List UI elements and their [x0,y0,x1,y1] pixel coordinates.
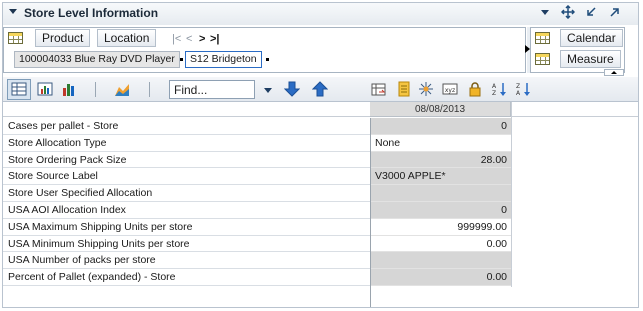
bar-chart-icon[interactable] [61,81,77,97]
spread-icon[interactable] [418,81,434,97]
chip-separator [266,58,269,61]
row-label[interactable]: Percent of Pallet (expanded) - Store [3,269,370,286]
column-header-date[interactable]: 08/08/2013 [370,102,511,117]
nav-last-button[interactable]: >| [210,33,220,45]
data-column: 0 None 28.00 V3000 APPLE* 0 999999.00 0.… [370,118,511,286]
section-title: Store Level Information [24,6,159,20]
notes-icon[interactable] [396,81,412,97]
row-labels: Cases per pallet - Store Store Allocatio… [3,118,370,286]
sort-descending-icon[interactable]: ZA [515,81,531,97]
tabular-view-icon[interactable] [11,81,27,97]
row-header-corner [3,102,370,117]
find-previous-arrow-icon[interactable] [311,81,329,97]
product-dimension-button[interactable]: Product [35,29,91,47]
grid-cell[interactable]: 0.00 [371,269,511,286]
location-dimension-button[interactable]: Location [97,29,157,47]
toolbar-divider [149,82,150,97]
svg-text:xyz: xyz [445,87,455,94]
grid-divider [370,118,371,307]
sort-ascending-icon[interactable]: AZ [491,81,507,97]
move-icon[interactable] [560,4,576,20]
grid-cell[interactable] [371,185,511,202]
grid-cell[interactable]: None [371,134,511,152]
measure-grid-icon [535,53,550,65]
nav-prev-button[interactable]: < [186,33,192,45]
calendar-grid-icon [535,32,550,44]
nav-first-button[interactable]: |< [172,33,181,45]
row-label[interactable]: USA Maximum Shipping Units per store [3,219,370,236]
collapse-chevron-icon[interactable] [9,9,17,14]
chart-table-view-icon[interactable] [37,81,53,97]
row-label[interactable]: Store Allocation Type [3,135,370,152]
grid-cell[interactable] [371,252,511,270]
nav-next-button[interactable]: > [199,33,205,45]
calendar-dimension-button[interactable]: Calendar [560,29,623,47]
grid-cell[interactable]: 999999.00 [371,218,511,236]
grid-cell[interactable]: 0.00 [371,235,511,253]
row-label[interactable]: Store Ordering Pack Size [3,152,370,169]
format-xyz-icon[interactable]: xyz [442,81,458,97]
svg-text:Z: Z [492,90,496,97]
area-chart-icon[interactable] [114,81,130,97]
product-position-chip[interactable]: 100004033 Blue Ray DVD Player [14,51,180,68]
maximize-icon[interactable] [608,5,622,19]
svg-text:A: A [492,83,497,90]
row-label[interactable]: Store Source Label [3,168,370,186]
row-label[interactable]: USA Minimum Shipping Units per store [3,236,370,253]
find-input[interactable]: Find... [169,80,255,99]
chip-separator [180,58,183,61]
row-label[interactable]: USA AOI Allocation Index [3,202,370,219]
lock-icon[interactable] [467,81,483,97]
row-label[interactable]: Cases per pallet - Store [3,118,370,135]
measure-dimension-button[interactable]: Measure [560,50,621,68]
row-tiles-grid-icon [8,32,23,44]
view-menu-dropdown-icon[interactable] [538,5,552,19]
toolbar-divider [95,82,96,97]
grid-cell[interactable]: 28.00 [371,151,511,169]
svg-text:Z: Z [516,83,520,90]
row-label[interactable]: USA Number of packs per store [3,252,370,270]
grid-cell[interactable]: 0 [371,118,511,135]
grid-divider [511,102,512,287]
find-next-arrow-icon[interactable] [283,81,301,97]
minimize-icon[interactable] [584,5,598,19]
location-position-chip[interactable]: S12 Bridgeton [185,51,262,68]
svg-text:A: A [516,90,521,97]
collapse-pivot-tab[interactable] [604,69,624,76]
grid-cell[interactable]: 0 [371,201,511,219]
find-dropdown-icon[interactable] [264,88,272,93]
column-header-filler [511,102,638,117]
row-label[interactable]: Store User Specified Allocation [3,185,370,202]
grid-cell[interactable]: V3000 APPLE* [371,168,511,186]
worksheet-export-icon[interactable] [371,81,387,97]
